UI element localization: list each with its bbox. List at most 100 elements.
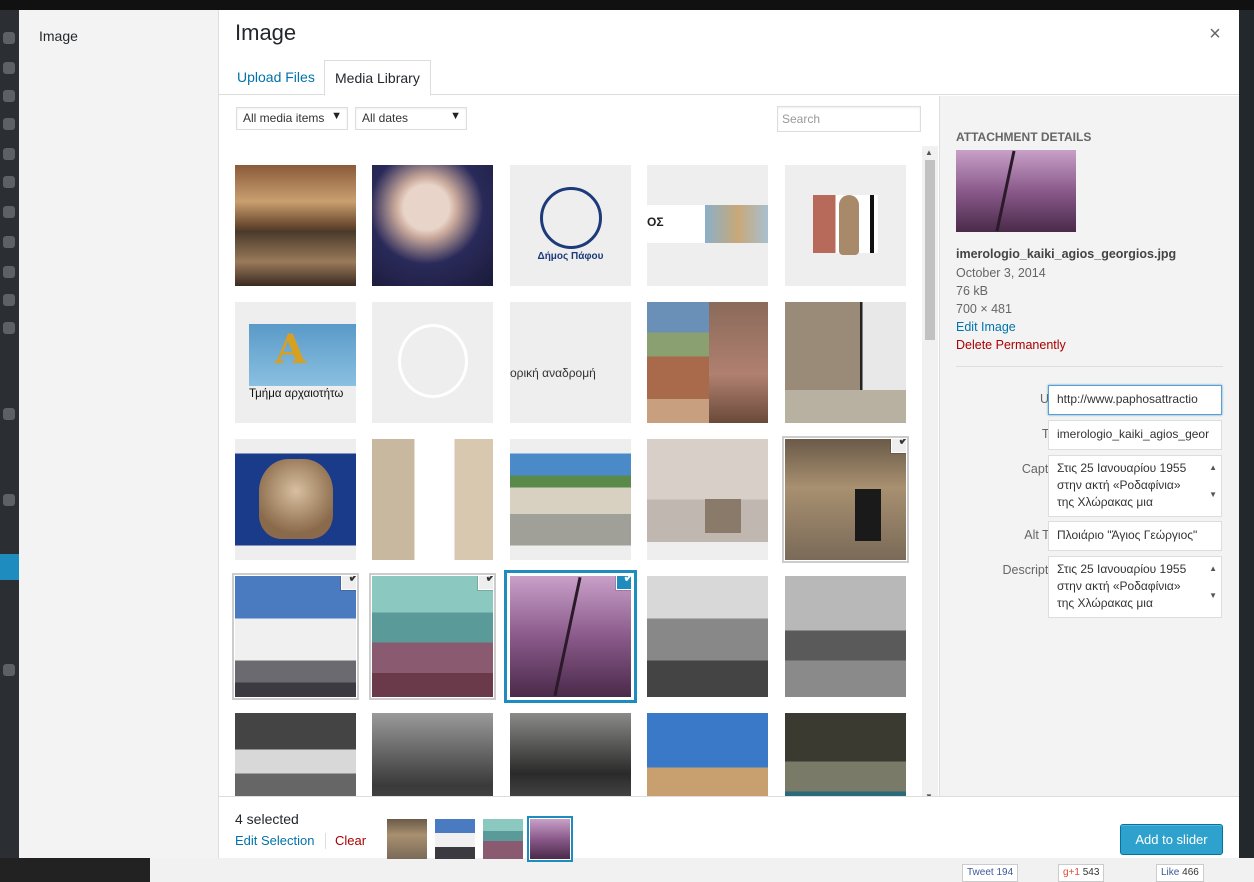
- grid-item-group-photo[interactable]: [372, 713, 493, 796]
- title-field[interactable]: imerologio_kaiki_agios_geor: [1048, 420, 1222, 450]
- dashboard-icon[interactable]: [3, 32, 15, 44]
- grid-item-archaeology-dept-logo[interactable]: A Τμήμα αρχαιοτήτω: [235, 302, 356, 423]
- media-type-filter-value: All media items: [243, 111, 325, 125]
- grid-item-statue[interactable]: [785, 165, 906, 286]
- gplus-count: 543: [1082, 867, 1100, 878]
- grid-item-stone-wall[interactable]: [372, 439, 493, 560]
- admin-side-menu: [0, 10, 19, 882]
- date-filter-value: All dates: [362, 111, 409, 125]
- tab-media-library[interactable]: Media Library: [324, 60, 431, 96]
- users-icon[interactable]: [3, 266, 15, 278]
- scroll-down-icon[interactable]: ▼: [1209, 587, 1217, 604]
- pin-icon-2[interactable]: [3, 176, 15, 188]
- search-input[interactable]: Search: [777, 106, 921, 132]
- tweet-button[interactable]: Tweet 194: [962, 864, 1019, 882]
- grid-scrollbar[interactable]: ▲ ▼: [922, 146, 938, 806]
- grid-item-text: ορική αναδρομή: [510, 366, 596, 380]
- attachment-date: October 3, 2014: [956, 266, 1046, 280]
- grid-item-banner-ruins[interactable]: ΟΣ: [647, 165, 768, 286]
- url-field[interactable]: http://www.paphosattractio: [1048, 385, 1222, 415]
- grid-item-crowd-stadium[interactable]: [235, 713, 356, 796]
- caption-field[interactable]: Στις 25 Ιανουαρίου 1955 στην ακτή «Ροδαφ…: [1048, 455, 1222, 517]
- scroll-down-icon[interactable]: ▼: [1209, 486, 1217, 503]
- pages-icon[interactable]: [3, 118, 15, 130]
- grid-item-dimos-pafou-logo[interactable]: Δήμος Πάφου: [510, 165, 631, 286]
- coin-logo-icon: [540, 187, 602, 249]
- grid-item-check[interactable]: ✔: [479, 576, 493, 589]
- grid-item-church-frescoes[interactable]: [235, 165, 356, 286]
- admin-footer-dark: [0, 858, 150, 882]
- alt-text-field[interactable]: Πλοιάριο "Άγιος Γεώργιος": [1048, 521, 1222, 551]
- scroll-up-icon[interactable]: ▲: [1209, 459, 1217, 476]
- settings-icon[interactable]: [3, 322, 15, 334]
- coin-outline-icon: [398, 324, 468, 398]
- dropdown-arrow-icon: ▼: [331, 110, 342, 122]
- globe-icon[interactable]: [3, 408, 15, 420]
- pin-icon[interactable]: [3, 62, 15, 74]
- like-count: 466: [1182, 867, 1199, 878]
- selection-thumb-seafront-building[interactable]: [435, 819, 475, 859]
- grid-item-coin-white[interactable]: [372, 302, 493, 423]
- wrench-icon[interactable]: [3, 294, 15, 306]
- attachment-size: 76 kB: [956, 284, 988, 298]
- tab-upload-files[interactable]: Upload Files: [227, 60, 325, 95]
- tweet-count: 194: [996, 867, 1014, 878]
- admin-top-bar: [0, 0, 1254, 10]
- grid-item-stone-house[interactable]: [785, 302, 906, 423]
- media-router: Upload Files Media Library: [219, 60, 1239, 96]
- menu-item-image[interactable]: Image: [39, 28, 78, 44]
- plugins-icon[interactable]: [3, 236, 15, 248]
- selection-thumb-rocky-coast[interactable]: [483, 819, 523, 859]
- grid-item-cave-gate[interactable]: ✔: [785, 439, 906, 560]
- grid-item-museum-hall[interactable]: [647, 439, 768, 560]
- like-button[interactable]: Like 466: [1156, 864, 1204, 882]
- selection-thumb-cave-gate[interactable]: [387, 819, 427, 859]
- grid-item-building-collage[interactable]: [647, 302, 768, 423]
- grid-item-column-capital[interactable]: [647, 713, 768, 796]
- grid-item-kaiki-agios-georgios[interactable]: ✔: [510, 576, 631, 697]
- frame-title: Image: [235, 20, 297, 45]
- star-icon[interactable]: [3, 494, 15, 506]
- grid-item-warship[interactable]: [785, 576, 906, 697]
- media-toolbar: All media items ▼ All dates ▼ Search: [219, 96, 939, 146]
- grid-item-text-banner[interactable]: ορική αναδρομή: [510, 302, 631, 423]
- grid-item-amphora[interactable]: [235, 439, 356, 560]
- delete-permanently-link[interactable]: Delete Permanently: [956, 338, 1066, 352]
- grid-item-museum-building[interactable]: [510, 439, 631, 560]
- grid-item-seafront-building[interactable]: ✔: [235, 576, 356, 697]
- like-label: Like: [1161, 867, 1180, 878]
- media-icon[interactable]: [3, 90, 15, 102]
- selection-count: 4 selected: [235, 811, 299, 827]
- description-field[interactable]: Στις 25 Ιανουαρίου 1955 στην ακτή «Ροδαφ…: [1048, 556, 1222, 618]
- grid-item-rocky-coast[interactable]: ✔: [372, 576, 493, 697]
- scroll-up-icon[interactable]: ▲: [1209, 560, 1217, 577]
- scrollbar-thumb[interactable]: [925, 160, 935, 340]
- clear-selection-link[interactable]: Clear: [335, 833, 366, 848]
- divider: [325, 833, 326, 849]
- close-icon[interactable]: ×: [1204, 22, 1226, 46]
- media-menu: Image: [19, 10, 219, 858]
- media-type-filter[interactable]: All media items ▼: [236, 107, 348, 130]
- grid-item-check[interactable]: ✔: [892, 439, 906, 452]
- grid-item-parade[interactable]: [647, 576, 768, 697]
- selection-thumb-kaiki-agios-georgios[interactable]: [530, 819, 570, 859]
- attachment-details-heading: Attachment Details: [956, 130, 1092, 144]
- grid-item-family-photo[interactable]: [510, 713, 631, 796]
- collapse-icon[interactable]: [3, 664, 15, 676]
- comments-icon[interactable]: [3, 148, 15, 160]
- caption-text: Στις 25 Ιανουαρίου 1955 στην ακτή «Ροδαφ…: [1057, 461, 1187, 509]
- slider-menu-icon[interactable]: [0, 554, 19, 580]
- scroll-up-icon[interactable]: ▲: [925, 148, 933, 157]
- tools-icon[interactable]: [3, 206, 15, 218]
- grid-item-sea-cave[interactable]: [785, 713, 906, 796]
- grid-item-old-man-portrait[interactable]: [372, 165, 493, 286]
- grid-item-check[interactable]: ✔: [617, 576, 631, 589]
- grid-item-text: Τμήμα αρχαιοτήτω: [249, 388, 344, 400]
- grid-item-check[interactable]: ✔: [342, 576, 356, 589]
- gplus-button[interactable]: g+1 543: [1058, 864, 1105, 882]
- date-filter[interactable]: All dates ▼: [355, 107, 467, 130]
- edit-selection-link[interactable]: Edit Selection: [235, 833, 315, 848]
- description-text: Στις 25 Ιανουαρίου 1955 στην ακτή «Ροδαφ…: [1057, 562, 1187, 610]
- add-to-slider-button[interactable]: Add to slider: [1120, 824, 1223, 855]
- edit-image-link[interactable]: Edit Image: [956, 320, 1016, 334]
